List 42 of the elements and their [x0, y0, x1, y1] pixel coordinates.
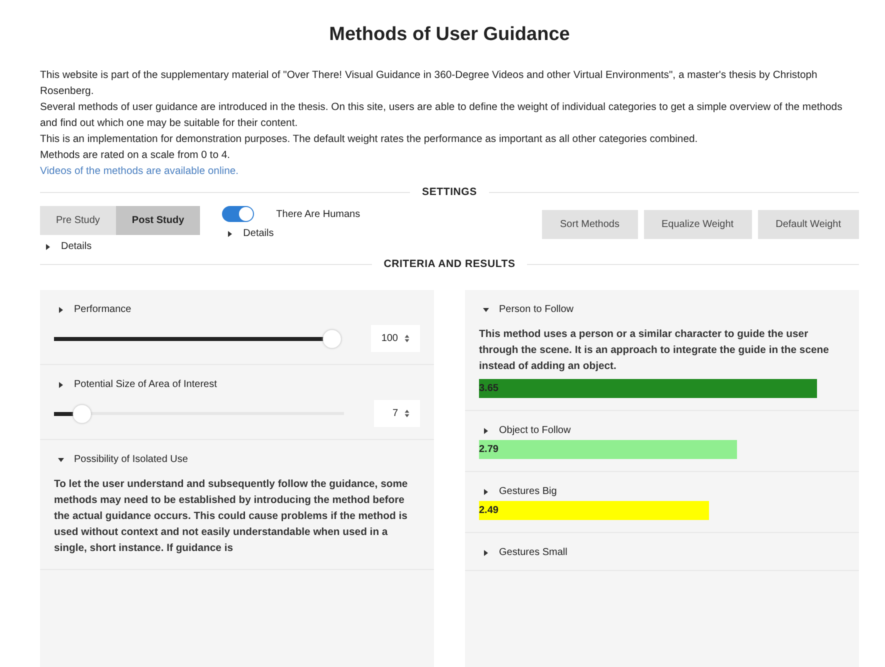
videos-link[interactable]: Videos of the methods are available online.	[40, 164, 239, 180]
criterion-description: To let the user understand and subsequently follow the guidance, some methods may need to be established by introducing the method before the actual guidance occurs. This could cause problems if the method is used without context and not easily understandable when used in a single, short instance. If guidance is	[54, 478, 409, 556]
action-button[interactable]: Sort Methods	[542, 210, 638, 239]
caret-icon	[483, 550, 489, 556]
weight-input[interactable]: 100	[371, 325, 420, 352]
study-tab[interactable]: Post Study	[116, 206, 200, 235]
details-toggle[interactable]: Details	[40, 241, 200, 252]
criterion-header[interactable]: Potential Size of Area of Interest	[54, 379, 420, 390]
switch-label: There Are Humans	[276, 208, 360, 220]
caret-icon	[45, 244, 51, 250]
caret-icon	[483, 306, 489, 312]
action-button[interactable]: Equalize Weight	[644, 210, 752, 239]
intro-paragraph: Several methods of user guidance are introduced in the thesis. On this site, users are able to define the weight of individual categories to get a simple overview of the methods and find out which one may be suitable for their content.	[40, 101, 844, 131]
criterion-header[interactable]: Possibility of Isolated Use	[54, 454, 420, 465]
intro-paragraph: Methods are rated on a scale from 0 to 4.	[40, 149, 232, 163]
caret-icon	[483, 488, 489, 494]
intro-paragraph: This is an implementation for demonstration purposes. The default weight rates the performance as important as all other categories combined.	[40, 133, 699, 147]
method-header[interactable]: Person to Follow	[479, 304, 845, 315]
page-title: Methods of User Guidance	[328, 24, 571, 46]
humans-switch[interactable]	[222, 206, 254, 222]
intro-paragraph: This website is part of the supplementary material of "Over There! Visual Guidance in 360-Degree Videos and other Virtual Environments", a master's thesis by Christoph Rosenberg.	[40, 69, 818, 99]
weight-input[interactable]: 7	[374, 400, 420, 427]
section-heading: SETTINGS	[422, 186, 477, 198]
method-header[interactable]: Gestures Big	[479, 486, 845, 497]
method-description: This method uses a person or a similar character to guide the user through the scene. It is an approach to integrate the guide in the scene instead of adding an object.	[479, 328, 830, 374]
action-button[interactable]: Default Weight	[758, 210, 859, 239]
score-bar: 2.79	[479, 440, 738, 459]
section-heading: CRITERIA AND RESULTS	[384, 258, 516, 270]
criterion-header[interactable]: Performance	[54, 304, 420, 315]
details-toggle[interactable]: Details	[222, 228, 360, 239]
spinner-icon	[404, 334, 410, 343]
caret-icon	[58, 456, 64, 462]
study-tab[interactable]: Pre Study	[40, 206, 116, 235]
method-header[interactable]: Object to Follow	[479, 425, 845, 436]
score-bar: 3.65	[479, 379, 817, 398]
caret-icon	[483, 428, 489, 434]
caret-icon	[58, 306, 64, 312]
spinner-icon	[404, 409, 410, 418]
method-header[interactable]: Gestures Small	[479, 547, 845, 558]
caret-icon	[58, 382, 64, 388]
score-bar: 2.49	[479, 501, 710, 520]
caret-icon	[227, 230, 234, 236]
